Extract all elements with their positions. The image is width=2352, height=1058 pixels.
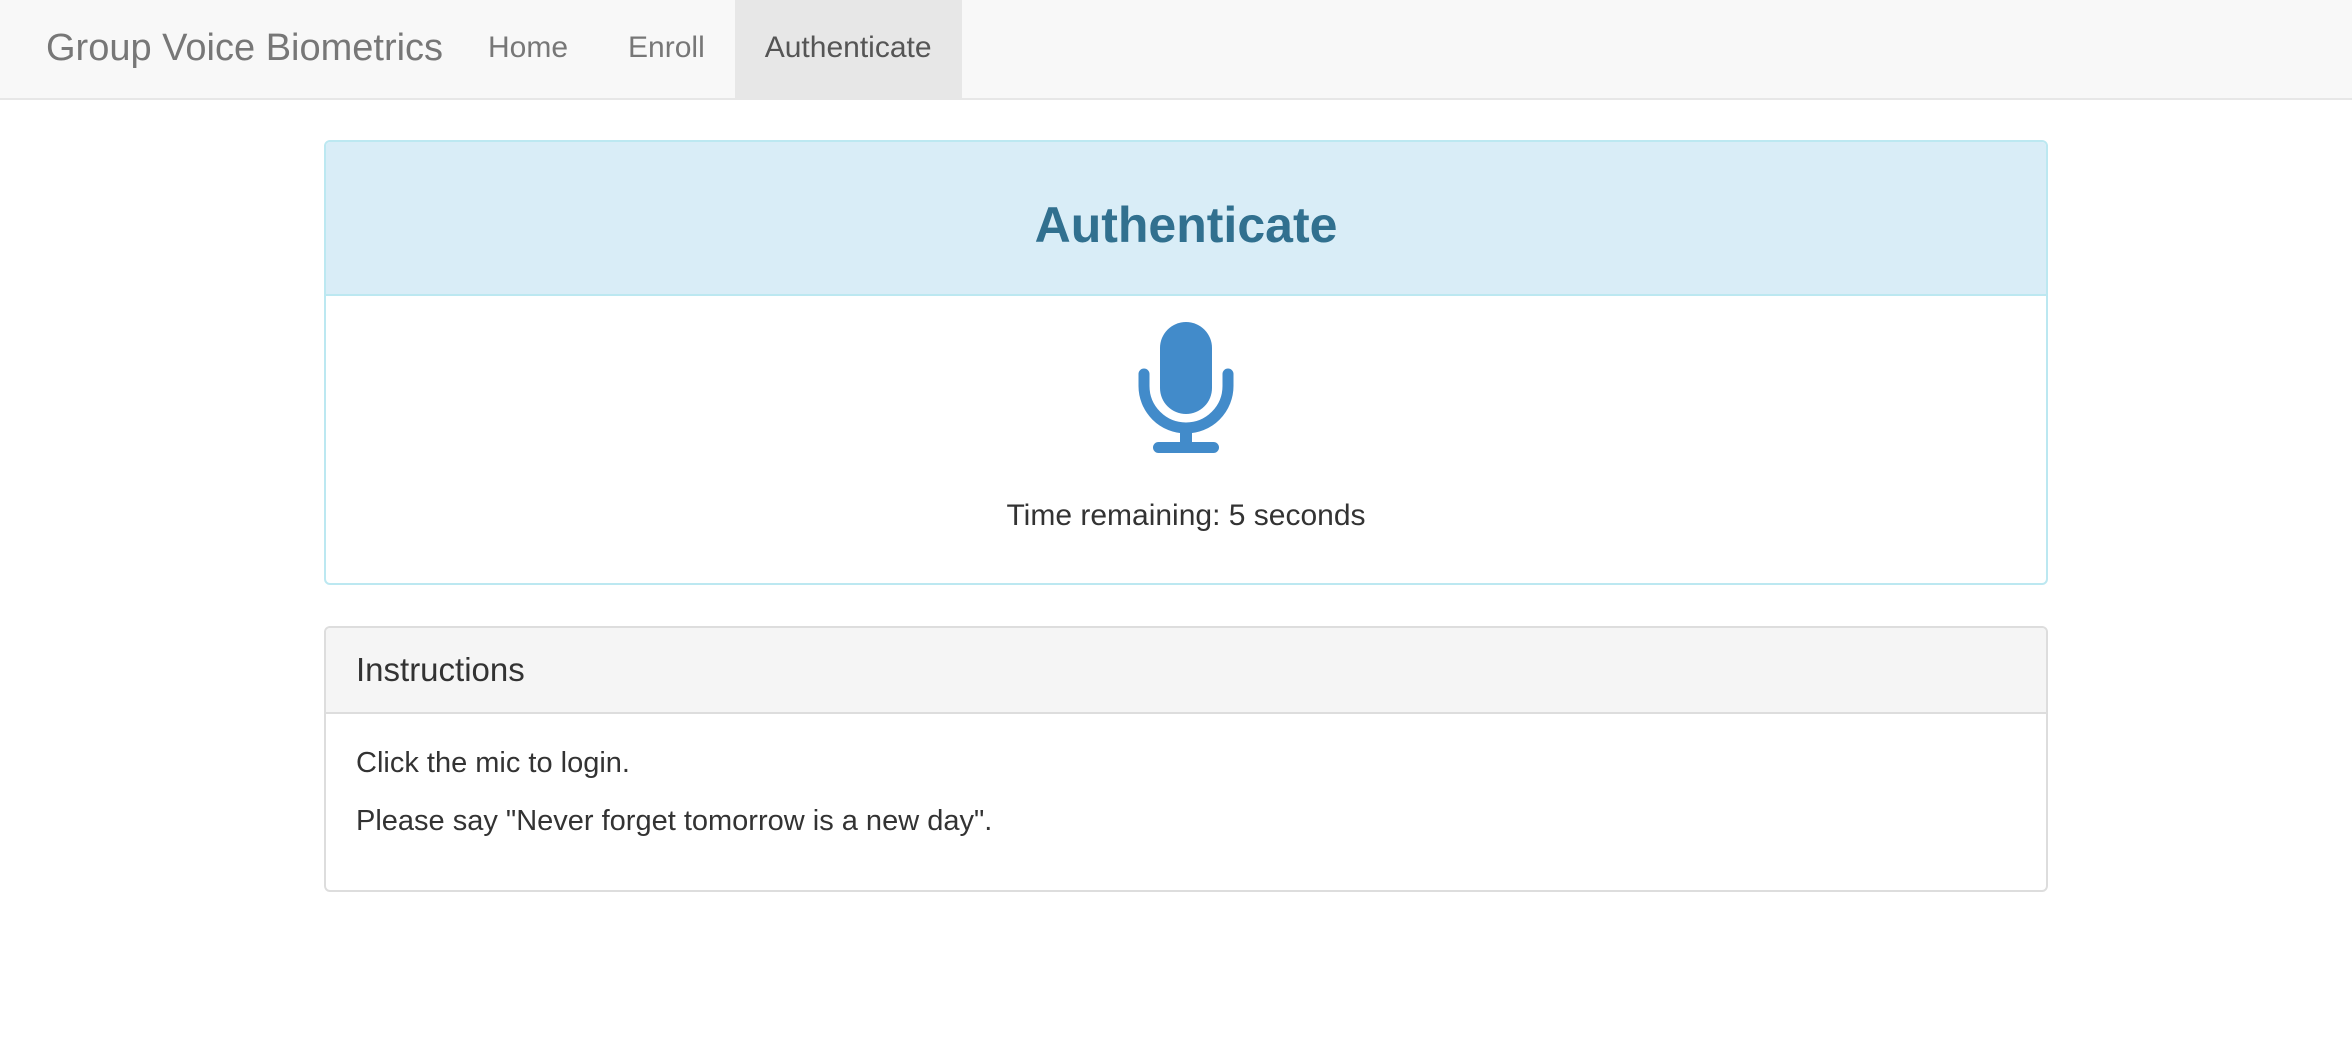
nav-item-enroll[interactable]: Enroll	[598, 0, 735, 98]
nav-item-home[interactable]: Home	[458, 0, 598, 98]
instructions-title: Instructions	[356, 651, 525, 688]
instructions-panel-heading: Instructions	[326, 628, 2046, 714]
time-remaining-text: Time remaining: 5 seconds	[1006, 499, 1366, 532]
authenticate-panel-heading: Authenticate	[326, 142, 2046, 296]
instructions-panel: Instructions Click the mic to login. Ple…	[324, 626, 2048, 892]
microphone-icon[interactable]	[1138, 322, 1234, 456]
top-navbar: Group Voice Biometrics Home Enroll Authe…	[0, 0, 2352, 100]
nav-menu: Home Enroll Authenticate	[458, 0, 962, 98]
instructions-panel-body: Click the mic to login. Please say "Neve…	[326, 714, 2046, 886]
nav-item-authenticate[interactable]: Authenticate	[734, 0, 962, 98]
instruction-line-click-mic: Click the mic to login.	[356, 747, 630, 779]
brand-link[interactable]: Group Voice Biometrics	[46, 0, 443, 98]
instruction-line-say-phrase: Please say "Never forget tomorrow is a n…	[356, 805, 993, 837]
authenticate-panel: Authenticate Time remaining: 5 seconds	[324, 140, 2048, 585]
authenticate-title: Authenticate	[1034, 197, 1338, 253]
authenticate-panel-body: Time remaining: 5 seconds	[326, 296, 2046, 533]
